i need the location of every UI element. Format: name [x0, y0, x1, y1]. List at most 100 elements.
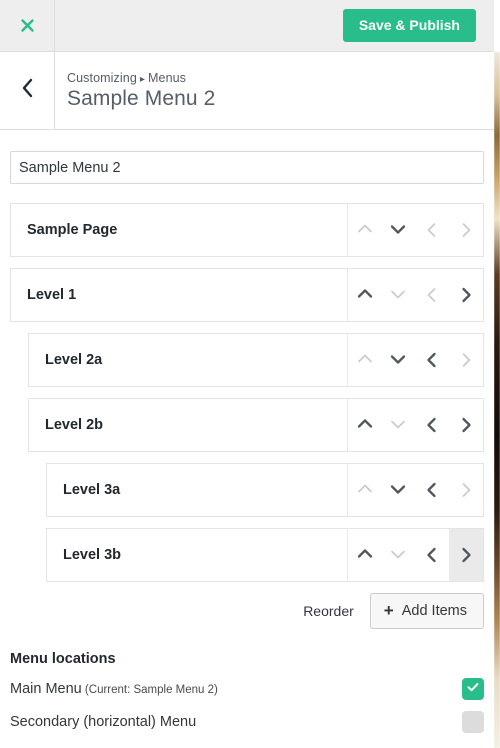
- location-checkbox-unchecked[interactable]: [462, 711, 484, 733]
- menu-item-label: Level 2a: [45, 352, 103, 368]
- plus-icon: +: [383, 601, 394, 620]
- site-preview-sliver: [494, 52, 500, 748]
- move-down-button[interactable]: [381, 464, 415, 516]
- move-up-button: [347, 334, 381, 386]
- chevron-left-icon: [423, 286, 441, 304]
- menu-item-label: Level 3a: [63, 482, 121, 498]
- move-up-button: [347, 204, 381, 256]
- chevron-down-icon: [389, 416, 407, 434]
- add-items-label: Add Items: [401, 602, 467, 619]
- chevron-left-icon: [423, 416, 441, 434]
- close-x-icon: [19, 17, 36, 34]
- move-left-button[interactable]: [415, 399, 449, 451]
- move-up-button: [347, 464, 381, 516]
- move-left-button[interactable]: [415, 464, 449, 516]
- section-header: Customizing ▸ Menus Sample Menu 2: [0, 52, 494, 130]
- move-left-button[interactable]: [415, 529, 449, 581]
- back-button[interactable]: [0, 52, 55, 129]
- chevron-left-icon: [423, 351, 441, 369]
- menu-item-reorder-nav: [347, 399, 483, 451]
- chevron-right-icon: [457, 481, 475, 499]
- move-down-button[interactable]: [381, 334, 415, 386]
- menu-item-label: Level 2b: [45, 417, 104, 433]
- menu-item-row[interactable]: Sample Page: [10, 203, 484, 257]
- breadcrumb-current: Menus: [148, 70, 187, 85]
- menu-item-reorder-nav: [347, 334, 483, 386]
- menu-location-row[interactable]: Secondary (horizontal) Menu: [10, 711, 484, 733]
- chevron-down-icon: [389, 286, 407, 304]
- move-down-button[interactable]: [381, 204, 415, 256]
- chevron-left-icon: [20, 77, 35, 104]
- menu-location-name: Main Menu: [10, 681, 82, 697]
- customizer-panel: Save & Publish Customizing ▸ Menus Sample …: [0, 0, 500, 748]
- move-down-button: [381, 529, 415, 581]
- move-left-button: [415, 204, 449, 256]
- chevron-right-icon: [457, 221, 475, 239]
- menu-actions-bar: Reorder + Add Items: [0, 593, 484, 629]
- menu-location-label: Secondary (horizontal) Menu: [10, 714, 196, 730]
- move-up-button[interactable]: [347, 529, 381, 581]
- menu-location-label: Main Menu (Current: Sample Menu 2): [10, 681, 218, 697]
- breadcrumb-root[interactable]: Customizing: [67, 71, 137, 85]
- move-left-button: [415, 269, 449, 321]
- location-checkbox-checked[interactable]: [462, 678, 484, 700]
- move-right-button: [449, 464, 483, 516]
- customizer-topbar: Save & Publish: [0, 0, 494, 52]
- chevron-up-icon: [356, 546, 374, 564]
- chevron-up-icon: [356, 481, 374, 499]
- save-and-publish-button[interactable]: Save & Publish: [342, 9, 476, 42]
- chevron-up-icon: [356, 221, 374, 239]
- move-right-button[interactable]: [449, 269, 483, 321]
- breadcrumb-separator-icon: ▸: [139, 73, 145, 85]
- move-down-button: [381, 269, 415, 321]
- close-customizer-button[interactable]: [0, 0, 55, 51]
- menu-item-label: Level 1: [27, 287, 77, 303]
- breadcrumb: Customizing ▸ Menus: [67, 71, 215, 85]
- menu-locations-section: Menu locations Main Menu (Current: Sampl…: [0, 651, 494, 733]
- move-right-button[interactable]: [449, 529, 483, 581]
- page-title: Sample Menu 2: [67, 86, 216, 110]
- menu-item-row[interactable]: Level 3b: [46, 528, 484, 582]
- chevron-right-icon: [457, 351, 475, 369]
- add-items-button[interactable]: + Add Items: [369, 593, 484, 629]
- chevron-down-icon: [389, 221, 407, 239]
- menu-name-input[interactable]: [10, 151, 484, 184]
- menu-locations-title: Menu locations: [10, 651, 116, 667]
- menu-location-name: Secondary (horizontal) Menu: [10, 714, 197, 730]
- move-left-button[interactable]: [415, 334, 449, 386]
- chevron-right-icon: [457, 416, 475, 434]
- menu-item-reorder-nav: [347, 269, 483, 321]
- chevron-up-icon: [356, 416, 374, 434]
- menu-location-row[interactable]: Main Menu (Current: Sample Menu 2): [10, 678, 484, 700]
- chevron-left-icon: [423, 221, 441, 239]
- menu-item-label: Sample Page: [27, 222, 118, 238]
- menu-item-row[interactable]: Level 3a: [46, 463, 484, 517]
- menu-items-list: Sample Page Level 1 Level 2a Level 2b Level …: [0, 203, 494, 582]
- chevron-down-icon: [389, 351, 407, 369]
- menu-location-current-note: (Current: Sample Menu 2): [81, 684, 218, 696]
- reorder-button[interactable]: Reorder: [303, 603, 354, 619]
- move-up-button[interactable]: [347, 269, 381, 321]
- move-right-button[interactable]: [449, 399, 483, 451]
- move-right-button: [449, 204, 483, 256]
- chevron-right-icon: [457, 286, 475, 304]
- move-down-button: [381, 399, 415, 451]
- header-text: Customizing ▸ Menus Sample Menu 2: [55, 52, 215, 129]
- menu-item-reorder-nav: [347, 204, 483, 256]
- chevron-up-icon: [356, 286, 374, 304]
- chevron-up-icon: [356, 351, 374, 369]
- menu-item-reorder-nav: [347, 529, 483, 581]
- menu-item-reorder-nav: [347, 464, 483, 516]
- menu-item-row[interactable]: Level 2a: [28, 333, 484, 387]
- checkmark-icon: [466, 680, 480, 699]
- chevron-down-icon: [389, 481, 407, 499]
- menu-item-row[interactable]: Level 2b: [28, 398, 484, 452]
- menu-item-label: Level 3b: [63, 547, 122, 563]
- menu-locations-rows: Main Menu (Current: Sample Menu 2) Second…: [10, 678, 484, 733]
- menu-item-row[interactable]: Level 1: [10, 268, 484, 322]
- chevron-left-icon: [423, 481, 441, 499]
- chevron-left-icon: [423, 546, 441, 564]
- chevron-down-icon: [389, 546, 407, 564]
- chevron-right-icon: [457, 546, 475, 564]
- move-up-button[interactable]: [347, 399, 381, 451]
